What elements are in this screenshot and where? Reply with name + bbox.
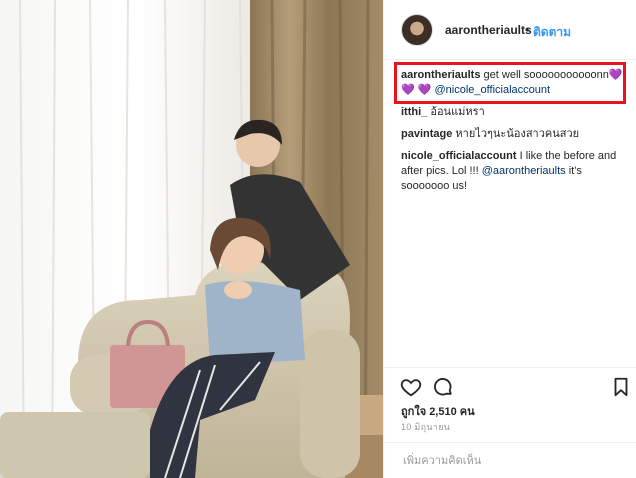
likes-count[interactable]: ถูกใจ 2,510 คน — [401, 402, 475, 420]
header-username[interactable]: aarontheriaults — [445, 23, 532, 37]
header-separator: • — [525, 23, 530, 37]
comment-bubble-icon[interactable] — [432, 376, 454, 398]
post-sidebar: aarontheriaults • ติดตาม aarontheriaults… — [383, 0, 636, 478]
post-header: aarontheriaults • ติดตาม — [384, 0, 636, 60]
bookmark-icon[interactable] — [610, 376, 632, 398]
post-date: 10 มิถุนายน — [401, 422, 451, 432]
comment-text: หายไวๆนะน้องสาวคนสวย — [455, 128, 580, 140]
add-comment-input[interactable] — [401, 451, 625, 471]
action-bar — [384, 367, 636, 397]
comment-text: อ้อนแม่หรา — [430, 106, 485, 118]
comment-item: pavintage หายไวๆนะน้องสาวคนสวย — [401, 127, 626, 142]
comment-mention[interactable]: @aarontheriaults — [482, 165, 566, 177]
comment-item: itthi_ อ้อนแม่หรา — [401, 105, 626, 120]
photo-illustration — [0, 0, 383, 478]
post-photo[interactable] — [0, 0, 383, 478]
heart-icon[interactable] — [400, 376, 422, 398]
comment-username[interactable]: itthi_ — [401, 106, 427, 118]
comment-item: nicole_officialaccount I like the before… — [401, 149, 626, 194]
avatar[interactable] — [401, 14, 433, 46]
comment-username[interactable]: nicole_officialaccount — [401, 150, 517, 162]
comment-username[interactable]: pavintage — [401, 128, 452, 140]
follow-button[interactable]: ติดตาม — [533, 23, 571, 42]
add-comment-bar — [384, 442, 636, 478]
highlight-box — [394, 62, 626, 104]
